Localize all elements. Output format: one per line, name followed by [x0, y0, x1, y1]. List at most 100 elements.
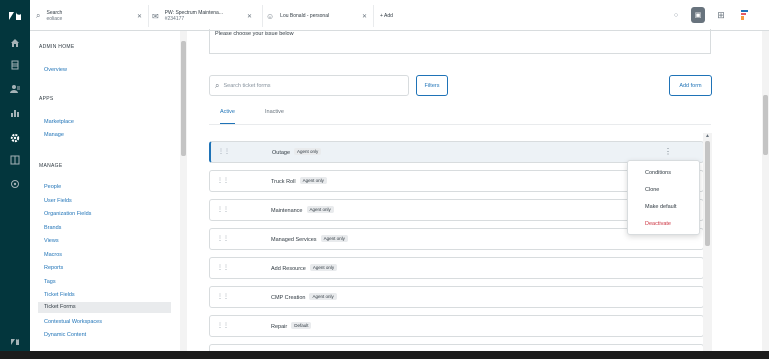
drag-handle-icon[interactable]: ⋮⋮: [217, 207, 229, 213]
zendesk-logo-icon[interactable]: [0, 5, 30, 27]
app-sidebar-icon[interactable]: [0, 148, 30, 172]
nav-people[interactable]: People: [44, 184, 61, 190]
search-placeholder: Search ticket forms: [223, 82, 271, 89]
search-tab[interactable]: ⌕ Search eoliace ✕: [36, 4, 144, 28]
search-icon: ⌕: [215, 80, 220, 90]
nav-views[interactable]: Views: [44, 238, 59, 244]
search-forms-input[interactable]: ⌕ Search ticket forms: [209, 75, 409, 96]
nav-dynamic-content[interactable]: Dynamic Content: [44, 332, 86, 338]
views-icon[interactable]: [0, 53, 30, 77]
apps-grid-icon[interactable]: ⊞: [715, 7, 727, 23]
tab-divider: [148, 5, 149, 27]
taskbar: [0, 351, 769, 359]
form-badge: Agent only: [309, 264, 338, 271]
tab-inactive[interactable]: Inactive: [265, 108, 284, 124]
ticket-tab-number: #234177: [164, 16, 185, 22]
menu-item-deactivate[interactable]: Deactivate: [645, 221, 671, 227]
close-icon[interactable]: ✕: [137, 13, 142, 20]
form-row[interactable]: ⋮⋮ Add Resource Agent only: [209, 257, 704, 279]
drag-handle-icon[interactable]: ⋮⋮: [218, 149, 230, 155]
add-tab-button[interactable]: + Add: [380, 4, 393, 28]
avatar[interactable]: [737, 7, 751, 23]
form-row[interactable]: ⋮⋮ CMP Creation Agent only: [209, 286, 704, 308]
page-scrollbar[interactable]: [762, 31, 769, 351]
drag-handle-icon[interactable]: ⋮⋮: [217, 265, 229, 271]
nav-tags[interactable]: Tags: [44, 279, 56, 285]
nav-ticket-forms[interactable]: Ticket Forms: [38, 302, 171, 313]
form-badge: Agent only: [294, 148, 322, 155]
drag-handle-icon[interactable]: ⋮⋮: [217, 323, 229, 329]
scrollbar-thumb[interactable]: [763, 95, 768, 155]
nav-user-fields[interactable]: User Fields: [44, 198, 72, 204]
apps-icon[interactable]: [0, 172, 30, 196]
manage-heading: MANAGE: [39, 163, 63, 169]
description-textarea[interactable]: Please choose your issue below: [209, 29, 711, 54]
nav-marketplace[interactable]: Marketplace: [44, 119, 74, 125]
more-options-icon[interactable]: ⋮: [664, 147, 672, 158]
sidenav-scrollbar[interactable]: [180, 31, 187, 351]
filters-button[interactable]: Filters: [416, 75, 448, 96]
close-icon[interactable]: ✕: [362, 13, 367, 20]
admin-home-heading: ADMIN HOME: [39, 44, 75, 50]
nav-contextual-workspaces[interactable]: Contextual Workspaces: [44, 319, 102, 325]
form-name-label: Add Resource: [271, 266, 306, 272]
app-window: ⌕ Search eoliace ✕ ✉ PW: Spectrum Mainte…: [0, 0, 769, 359]
top-bar: ⌕ Search eoliace ✕ ✉ PW: Spectrum Mainte…: [30, 0, 769, 31]
search-icon[interactable]: ○: [670, 7, 682, 23]
search-icon: ⌕: [36, 11, 41, 20]
form-row[interactable]: ⋮⋮ Repair Default: [209, 315, 704, 337]
form-badge: Agent only: [309, 293, 337, 300]
nav-overview[interactable]: Overview: [44, 67, 67, 73]
form-name[interactable]: Maintenance Agent only: [271, 206, 334, 214]
form-name[interactable]: Truck Roll Agent only: [271, 177, 327, 185]
user-tab[interactable]: ☺ Lou Bonald - personal ✕: [266, 4, 376, 28]
form-name[interactable]: Repair Default: [271, 322, 312, 330]
scrollbar-thumb[interactable]: [181, 41, 186, 156]
search-tab-subtitle: eoliace: [46, 16, 63, 22]
nav-macros[interactable]: Macros: [44, 252, 62, 258]
menu-item-make-default[interactable]: Make default: [645, 204, 677, 210]
nav-organization-fields[interactable]: Organization Fields: [44, 211, 91, 217]
notifications-icon[interactable]: ▣: [691, 7, 705, 23]
ticket-icon: ✉: [152, 11, 159, 21]
menu-item-clone[interactable]: Clone: [645, 187, 659, 193]
form-badge: Default: [291, 322, 312, 329]
drag-handle-icon[interactable]: ⋮⋮: [217, 294, 229, 300]
user-icon: ☺: [266, 11, 275, 21]
nav-brands[interactable]: Brands: [44, 225, 61, 231]
form-name-label: Maintenance: [271, 208, 303, 214]
user-tab-label: Lou Bonald - personal: [280, 13, 330, 19]
home-icon[interactable]: [0, 31, 30, 55]
menu-item-conditions[interactable]: Conditions: [645, 170, 671, 176]
drag-handle-icon[interactable]: ⋮⋮: [217, 178, 229, 184]
form-name-label: Outage: [272, 150, 291, 156]
forms-scrollbar[interactable]: ▲: [703, 133, 712, 351]
form-name[interactable]: Add Resource Agent only: [271, 264, 338, 272]
form-badge: Agent only: [299, 177, 327, 184]
nav-manage-apps[interactable]: Manage: [44, 132, 64, 138]
admin-gear-icon[interactable]: [0, 126, 30, 150]
scroll-up-icon[interactable]: ▲: [703, 133, 712, 139]
tabs-divider: [209, 124, 711, 125]
add-form-button[interactable]: Add form: [669, 75, 712, 96]
form-name-label: Repair: [271, 324, 288, 330]
nav-ticket-fields[interactable]: Ticket Fields: [44, 292, 75, 298]
drag-handle-icon[interactable]: ⋮⋮: [217, 236, 229, 242]
form-name-label: Truck Roll: [271, 179, 296, 185]
form-badge: Agent only: [320, 235, 348, 242]
scrollbar-thumb[interactable]: [705, 141, 710, 246]
nav-reports[interactable]: Reports: [44, 265, 63, 271]
form-name[interactable]: Outage Agent only: [272, 148, 322, 156]
tab-divider: [262, 5, 263, 27]
tab-active[interactable]: Active: [220, 108, 235, 124]
customers-icon[interactable]: [0, 77, 30, 101]
reporting-icon[interactable]: [0, 101, 30, 125]
admin-sidenav: ADMIN HOME Overview APPS Marketplace Man…: [30, 31, 182, 351]
form-name[interactable]: CMP Creation Agent only: [271, 293, 337, 301]
form-name-label: Managed Services: [271, 237, 317, 243]
ticket-tab[interactable]: ✉ PW: Spectrum Maintena... #234177 ✕: [152, 4, 260, 28]
apps-heading: APPS: [39, 96, 54, 102]
form-name[interactable]: Managed Services Agent only: [271, 235, 348, 243]
close-icon[interactable]: ✕: [247, 13, 252, 20]
form-badge: Agent only: [306, 206, 334, 213]
